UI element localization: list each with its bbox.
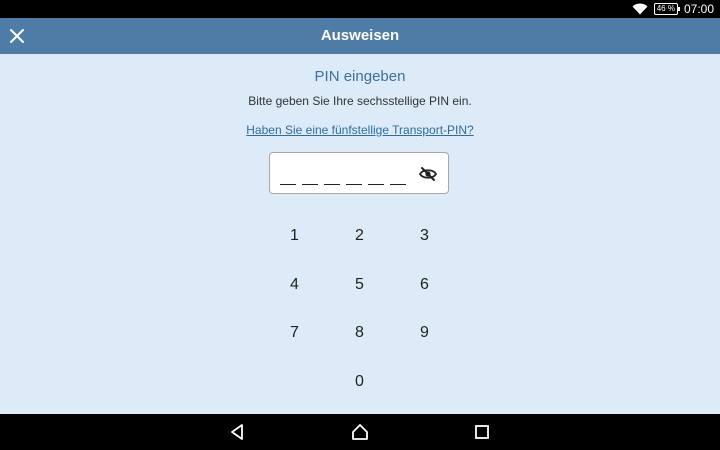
- keypad-key-7[interactable]: 7: [262, 309, 327, 358]
- keypad-key-3[interactable]: 3: [392, 212, 457, 261]
- status-icons: 46 % 07:00: [632, 0, 714, 18]
- home-button[interactable]: [350, 422, 370, 442]
- home-icon: [352, 424, 368, 440]
- pin-instruction: Bitte geben Sie Ihre sechsstellige PIN e…: [248, 94, 472, 108]
- keypad-key-5[interactable]: 5: [327, 261, 392, 310]
- wifi-icon: [632, 3, 648, 15]
- pin-keypad: 1 2 3 4 5 6 7 8 9 0: [262, 212, 458, 406]
- keypad-key-2[interactable]: 2: [327, 212, 392, 261]
- status-bar: 46 % 07:00: [0, 0, 720, 18]
- back-button[interactable]: [228, 422, 248, 442]
- keypad-key-0[interactable]: 0: [327, 358, 392, 407]
- recents-button[interactable]: [472, 422, 492, 442]
- status-time: 07:00: [683, 2, 714, 16]
- keypad-key-8[interactable]: 8: [327, 309, 392, 358]
- pin-slots: [280, 184, 406, 185]
- app-bar: Ausweisen: [0, 18, 720, 54]
- close-icon: [10, 29, 24, 43]
- keypad-key-9[interactable]: 9: [392, 309, 457, 358]
- keypad-empty-left: [262, 358, 327, 407]
- keypad-key-6[interactable]: 6: [392, 261, 457, 310]
- pin-entry-screen: PIN eingeben Bitte geben Sie Ihre sechss…: [0, 54, 720, 414]
- battery-icon: 46 %: [653, 3, 681, 15]
- page-title: Ausweisen: [320, 27, 400, 44]
- keypad-empty-right: [392, 358, 457, 407]
- recents-icon: [475, 425, 489, 439]
- navigation-bar: [0, 414, 720, 450]
- pin-slot: [368, 184, 384, 185]
- pin-slot: [302, 184, 318, 185]
- eye-off-icon: [418, 167, 438, 181]
- close-button[interactable]: [5, 24, 29, 48]
- transport-pin-link[interactable]: Haben Sie eine fünfstellige Transport-PI…: [246, 123, 473, 137]
- back-icon: [231, 424, 243, 440]
- pin-slot: [390, 184, 406, 185]
- pin-slot: [346, 184, 362, 185]
- toggle-pin-visibility-button[interactable]: [418, 164, 438, 184]
- pin-input[interactable]: [269, 152, 449, 194]
- pin-slot: [280, 184, 296, 185]
- pin-heading: PIN eingeben: [314, 68, 406, 85]
- keypad-key-1[interactable]: 1: [262, 212, 327, 261]
- pin-slot: [324, 184, 340, 185]
- transport-pin-link-row: Haben Sie eine fünfstellige Transport-PI…: [0, 123, 720, 137]
- keypad-key-4[interactable]: 4: [262, 261, 327, 310]
